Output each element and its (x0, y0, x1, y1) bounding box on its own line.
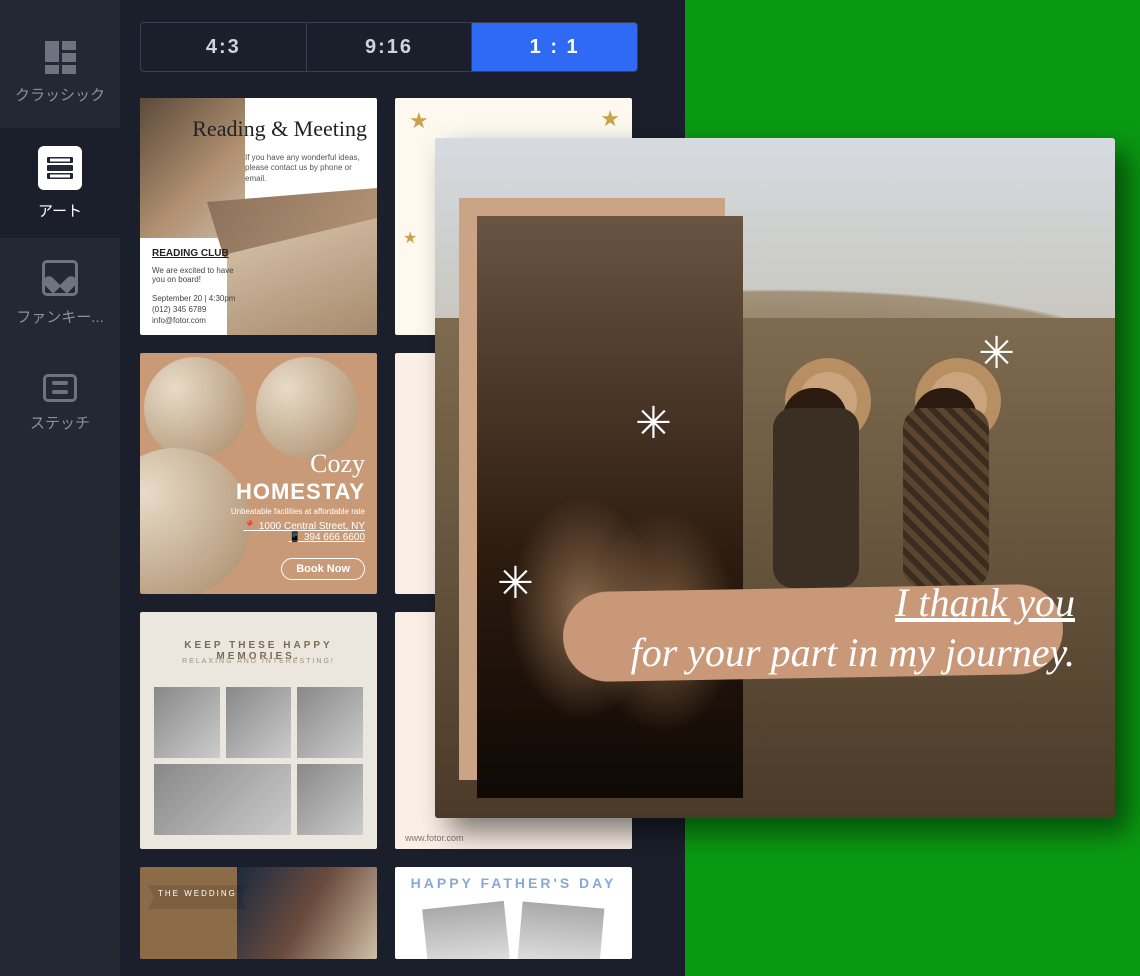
design-canvas[interactable]: ✳ ✳ ✳ ✳ I thank you for your part in my … (435, 138, 1115, 818)
star-icon: ★ (409, 108, 429, 134)
template-fathers-day[interactable]: HAPPY FATHER'S DAY (395, 867, 632, 959)
ratio-tab-1-1[interactable]: 1 : 1 (472, 23, 637, 71)
ratio-tab-4-3[interactable]: 4:3 (141, 23, 307, 71)
stitch-icon (43, 374, 77, 402)
sidebar-item-art[interactable]: アート (0, 128, 120, 238)
template-homestay[interactable]: Cozy HOMESTAY Unbeatable facilities at a… (140, 353, 377, 594)
star-icon: ★ (600, 106, 620, 132)
phone-icon: 📱 394 666 6600 (244, 532, 365, 543)
template-wedding[interactable]: THE WEDDING (140, 867, 377, 959)
sidebar-item-funky[interactable]: ファンキー... (0, 238, 120, 348)
template-photo (422, 901, 510, 959)
template-footer: www.fotor.com (395, 827, 632, 849)
template-subheading: RELAXING AND INTERESTING! (140, 658, 377, 665)
template-meta-tel: (012) 345 6789 (152, 304, 235, 315)
sidebar-item-label: ステッチ (30, 412, 90, 433)
template-photo-grid (154, 687, 363, 835)
ratio-tab-9-16[interactable]: 9:16 (307, 23, 473, 71)
ratio-tabs: 4:3 9:16 1 : 1 (140, 22, 638, 72)
template-text: Cozy (231, 449, 365, 479)
sidebar: クラッシック アート ファンキー... ステッチ (0, 0, 120, 976)
canvas-inset-photo (477, 216, 743, 798)
classic-icon (45, 41, 76, 74)
template-photo (237, 867, 377, 959)
template-text: HOMESTAY (231, 479, 365, 505)
heart-icon (42, 260, 78, 296)
template-banner: THE WEDDING (148, 885, 247, 909)
template-contact: 📍 1000 Central Street, NY 📱 394 666 6600 (244, 521, 365, 543)
template-reading-meeting[interactable]: Reading & Meeting If you have any wonder… (140, 98, 377, 335)
template-heading: HAPPY FATHER'S DAY (395, 875, 632, 891)
template-memories[interactable]: KEEP THESE HAPPY MEMORIES. RELAXING AND … (140, 612, 377, 849)
template-text-block: Cozy HOMESTAY Unbeatable facilities at a… (231, 449, 365, 516)
template-meta: September 20 | 4:30pm (012) 345 6789 inf… (152, 293, 235, 327)
template-subtitle: If you have any wonderful ideas, please … (245, 153, 365, 184)
art-icon (38, 146, 82, 190)
star-icon: ★ (403, 228, 417, 248)
template-photo (144, 357, 246, 459)
template-photo (256, 357, 358, 459)
template-meta-mail: info@fotor.com (152, 315, 235, 326)
template-heading: READING CLUB (152, 248, 229, 259)
pin-icon: 📍 1000 Central Street, NY (244, 521, 365, 532)
canvas-area: ✳ ✳ ✳ ✳ I thank you for your part in my … (685, 0, 1140, 976)
template-tel: 394 666 6600 (304, 532, 365, 543)
canvas-text-line2: for your part in my journey. (631, 630, 1075, 675)
template-photo (518, 902, 605, 959)
template-address: 1000 Central Street, NY (259, 521, 365, 532)
template-text: Unbeatable facilities at affordable rate (231, 507, 365, 516)
template-title: Reading & Meeting (192, 116, 367, 142)
sidebar-item-label: クラッシック (15, 84, 105, 105)
sidebar-item-classic[interactable]: クラッシック (0, 18, 120, 128)
book-now-button: Book Now (281, 558, 365, 580)
canvas-text-line1: I thank you (895, 580, 1075, 625)
template-meta-date: September 20 | 4:30pm (152, 293, 235, 304)
template-text: We are excited to have you on board! (152, 266, 242, 284)
sidebar-item-stitch[interactable]: ステッチ (0, 348, 120, 458)
sidebar-item-label: アート (38, 200, 82, 221)
sidebar-item-label: ファンキー... (16, 306, 104, 327)
canvas-text[interactable]: I thank you for your part in my journey. (631, 578, 1075, 678)
